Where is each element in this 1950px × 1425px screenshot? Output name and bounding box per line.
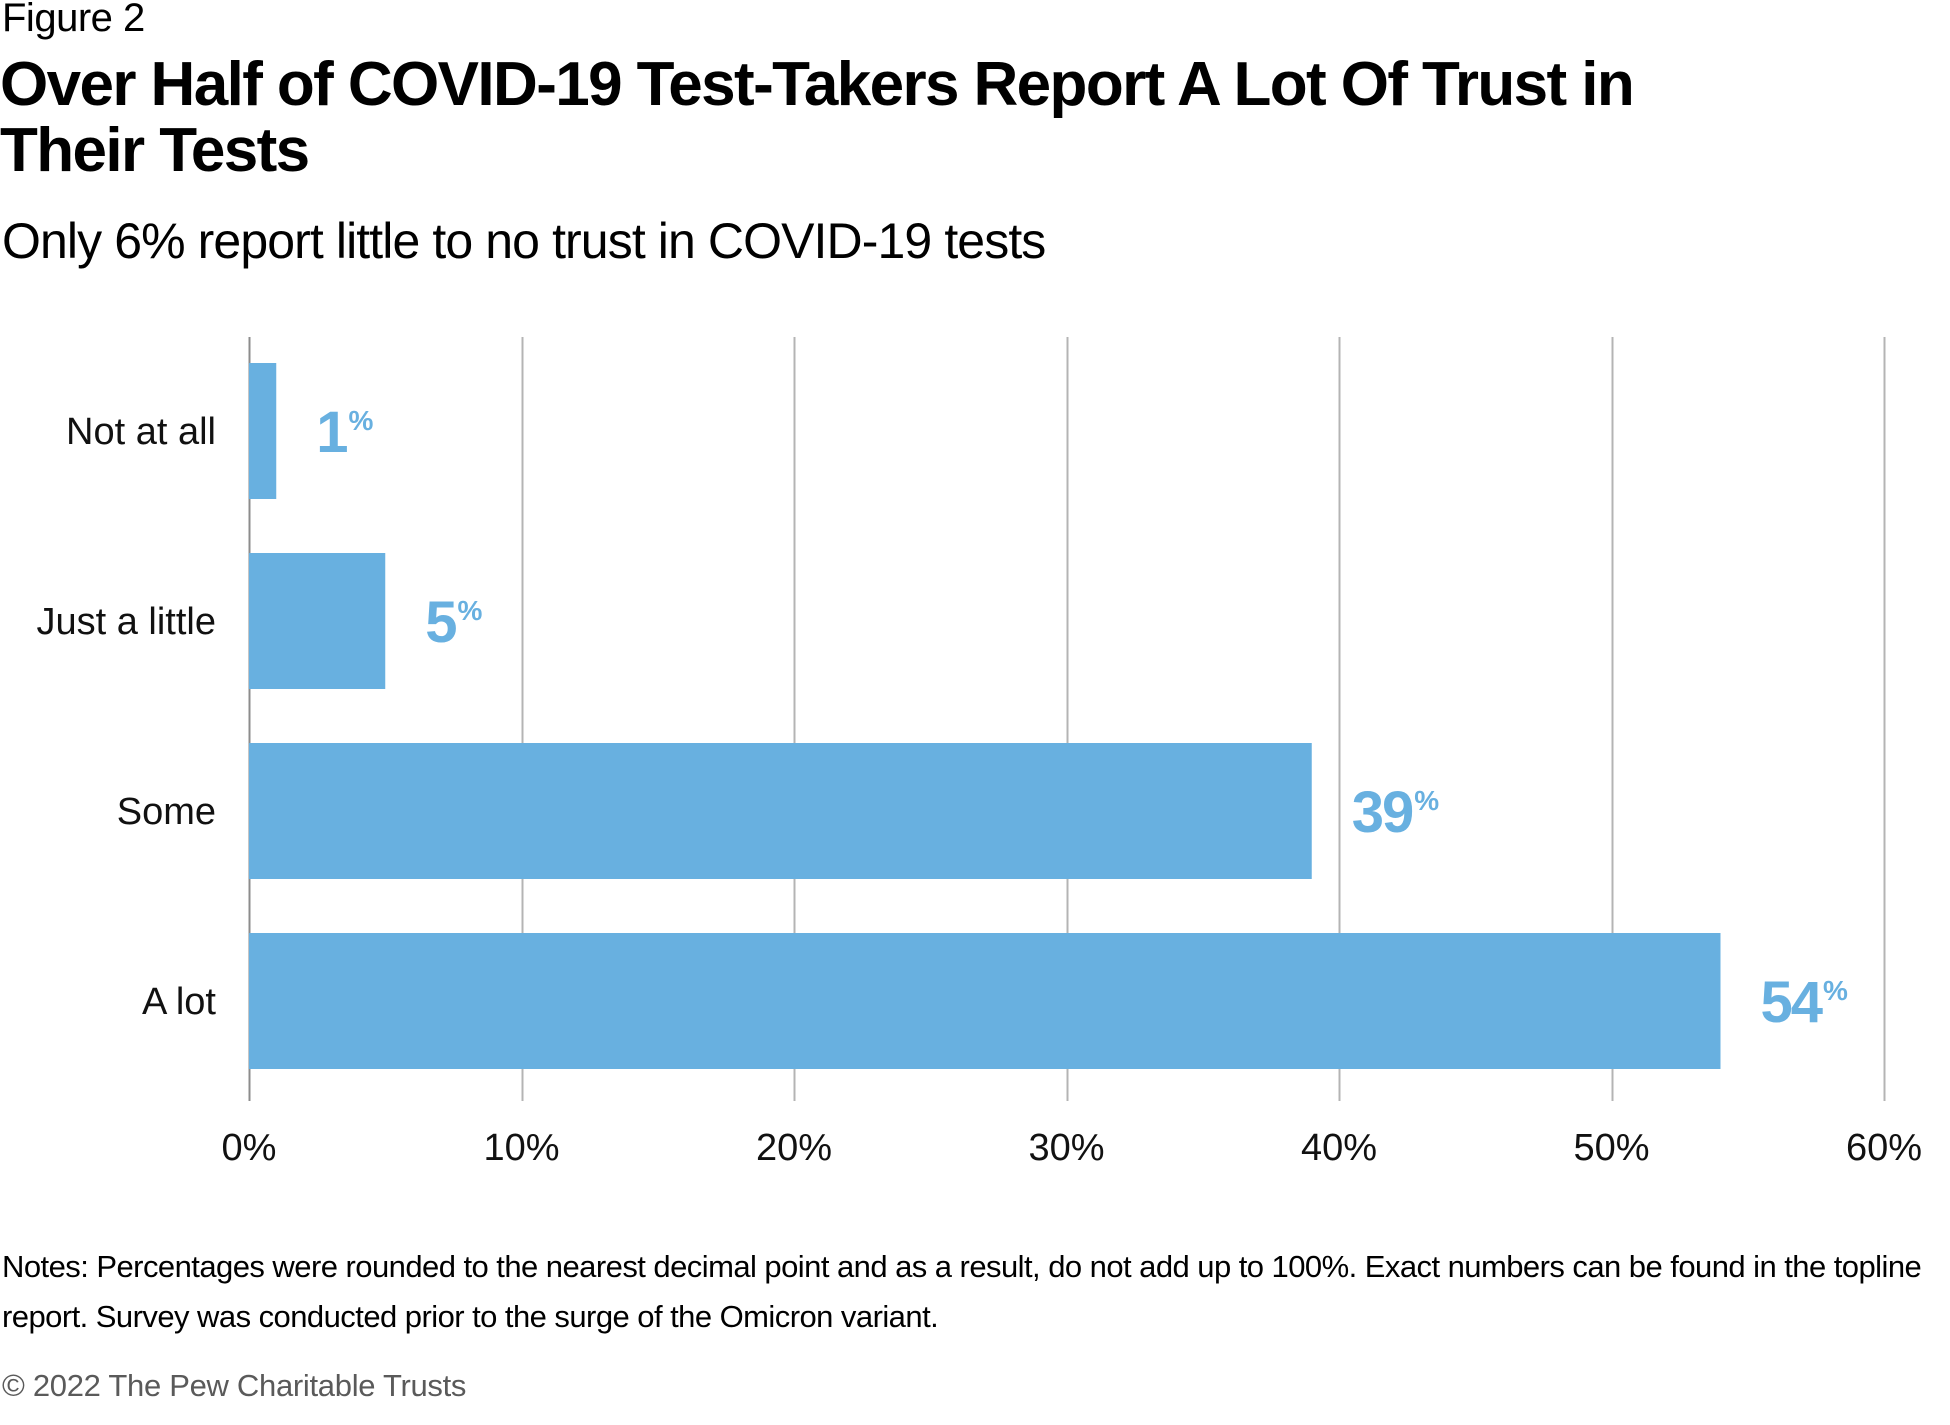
bar-chart: Not at allJust a littleSomeA lot 1%5%39%… [36,337,1922,1169]
category-label: A lot [142,981,216,1023]
value-label: 54% [1761,970,1849,1035]
x-tick-labels: 0% 10% 20% 30% 40% 50% 60% [222,1127,1922,1169]
x-tick-label: 10% [483,1127,559,1169]
value-percent-sign: % [458,595,483,626]
copyright: © 2022 The Pew Charitable Trusts [2,1368,467,1403]
bar [249,553,386,689]
value-label: 39% [1352,780,1440,845]
category-labels: Not at all Just a little Some A lot [36,411,216,1023]
bars [249,363,1721,1069]
x-tick-label: 30% [1028,1127,1104,1169]
notes: Notes: Percentages were rounded to the n… [2,1249,1922,1334]
x-tick-label: 40% [1301,1127,1377,1169]
value-number: 54 [1761,970,1823,1035]
value-number: 1 [316,400,347,465]
bar [249,743,1312,879]
category-label: Not at all [66,411,216,453]
value-percent-sign: % [1414,785,1439,816]
x-tick-label: 20% [756,1127,832,1169]
bar [249,363,277,499]
x-tick-label: 50% [1573,1127,1649,1169]
value-percent-sign: % [1823,975,1848,1006]
value-percent-sign: % [349,405,374,436]
value-label: 1% [316,400,373,465]
value-number: 39 [1352,780,1413,845]
value-label: 5% [425,590,482,655]
x-tick-label: 0% [222,1127,277,1169]
x-tick-label: 60% [1846,1127,1922,1169]
category-label: Some [117,791,216,833]
value-number: 5 [425,590,456,655]
bar [249,933,1721,1069]
category-label: Just a little [36,601,216,643]
